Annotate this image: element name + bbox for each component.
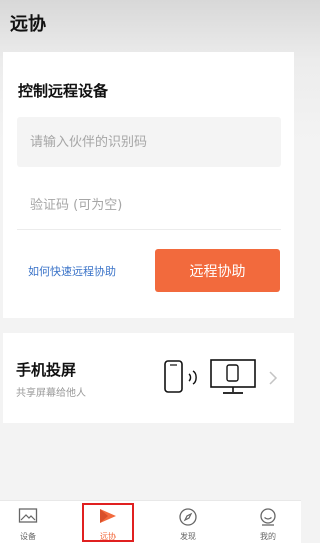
compass-icon — [179, 508, 197, 526]
tab-devices-label: 设备 — [20, 532, 36, 541]
device-image-icon — [18, 508, 38, 523]
bottom-tab-bar: 设备 远协 发现 我的 — [0, 500, 301, 543]
tab-devices[interactable]: 设备 — [0, 501, 58, 543]
screen-mirror-title: 手机投屏 — [16, 361, 77, 379]
page-title: 远协 — [10, 14, 46, 35]
tab-profile-label: 我的 — [260, 532, 276, 541]
active-tab-highlight-box — [82, 503, 134, 542]
partner-id-input[interactable] — [17, 117, 281, 167]
quick-assist-help-link[interactable]: 如何快速远程协助 — [28, 263, 116, 279]
tab-discover-label: 发现 — [180, 532, 196, 541]
phone-to-monitor-icon — [164, 359, 256, 394]
remote-control-title: 控制远程设备 — [18, 82, 109, 100]
verification-code-input[interactable] — [17, 182, 281, 230]
remote-control-card: 控制远程设备 如何快速远程协助 远程协助 — [3, 52, 294, 318]
profile-icon — [260, 508, 276, 526]
chevron-right-icon — [269, 371, 278, 385]
screen-mirror-subtitle: 共享屏幕给他人 — [16, 388, 86, 399]
remote-assist-button[interactable]: 远程协助 — [155, 249, 280, 292]
tab-profile[interactable]: 我的 — [238, 501, 298, 543]
screen-mirror-card[interactable]: 手机投屏 共享屏幕给他人 — [3, 333, 294, 423]
tab-discover[interactable]: 发现 — [158, 501, 218, 543]
